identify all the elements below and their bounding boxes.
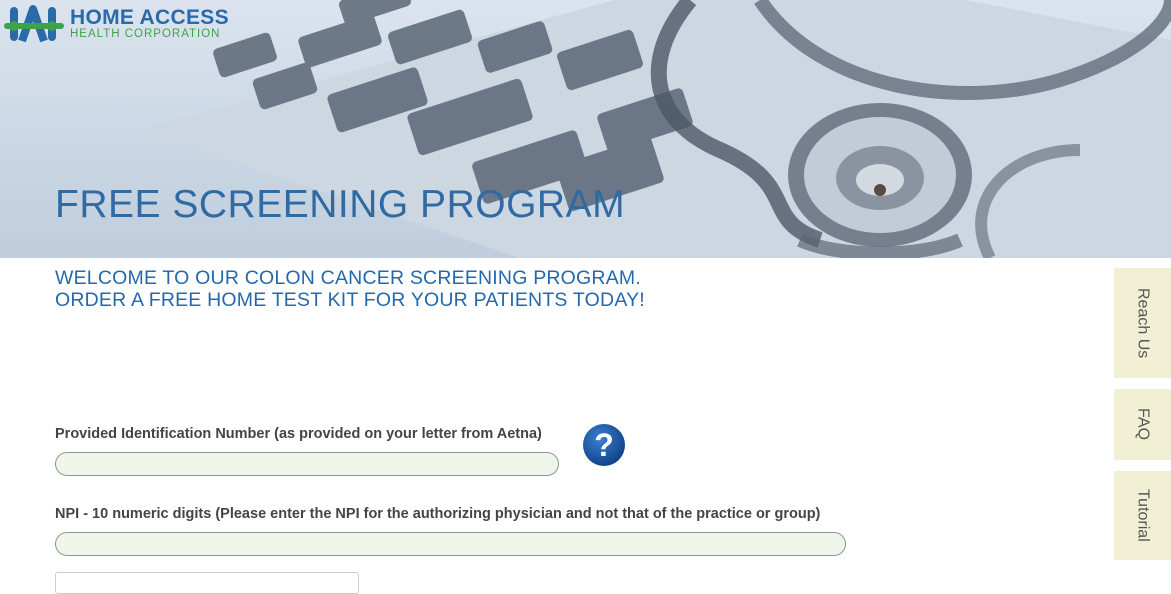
identification-number-label: Provided Identification Number (as provi… bbox=[55, 426, 542, 442]
tab-tutorial[interactable]: Tutorial bbox=[1114, 471, 1171, 560]
tab-reach-us-label: Reach Us bbox=[1134, 287, 1152, 359]
svg-text:?: ? bbox=[594, 427, 614, 463]
next-field-partial[interactable] bbox=[55, 572, 359, 594]
tab-faq-label: FAQ bbox=[1134, 408, 1152, 441]
welcome-line-2: ORDER A FREE HOME TEST KIT FOR YOUR PATI… bbox=[55, 289, 645, 311]
brand-name: HOME ACCESS bbox=[70, 6, 229, 30]
logo-mark-icon bbox=[4, 5, 64, 43]
npi-label: NPI - 10 numeric digits (Please enter th… bbox=[55, 506, 821, 522]
welcome-message: WELCOME TO OUR COLON CANCER SCREENING PR… bbox=[55, 267, 645, 311]
tab-faq[interactable]: FAQ bbox=[1114, 389, 1171, 460]
identification-number-input[interactable] bbox=[55, 452, 559, 476]
brand-subtitle: HEALTH CORPORATION bbox=[70, 28, 221, 41]
npi-input[interactable] bbox=[55, 532, 846, 556]
page-title: FREE SCREENING PROGRAM bbox=[55, 183, 626, 226]
welcome-line-1: WELCOME TO OUR COLON CANCER SCREENING PR… bbox=[55, 267, 641, 289]
hero-banner: HOME ACCESS HEALTH CORPORATION FREE SCRE… bbox=[0, 0, 1171, 258]
tab-tutorial-label: Tutorial bbox=[1134, 489, 1152, 542]
help-question-icon[interactable]: ? bbox=[582, 423, 626, 467]
tab-reach-us[interactable]: Reach Us bbox=[1114, 268, 1171, 378]
brand-logo[interactable]: HOME ACCESS HEALTH CORPORATION bbox=[4, 3, 229, 45]
